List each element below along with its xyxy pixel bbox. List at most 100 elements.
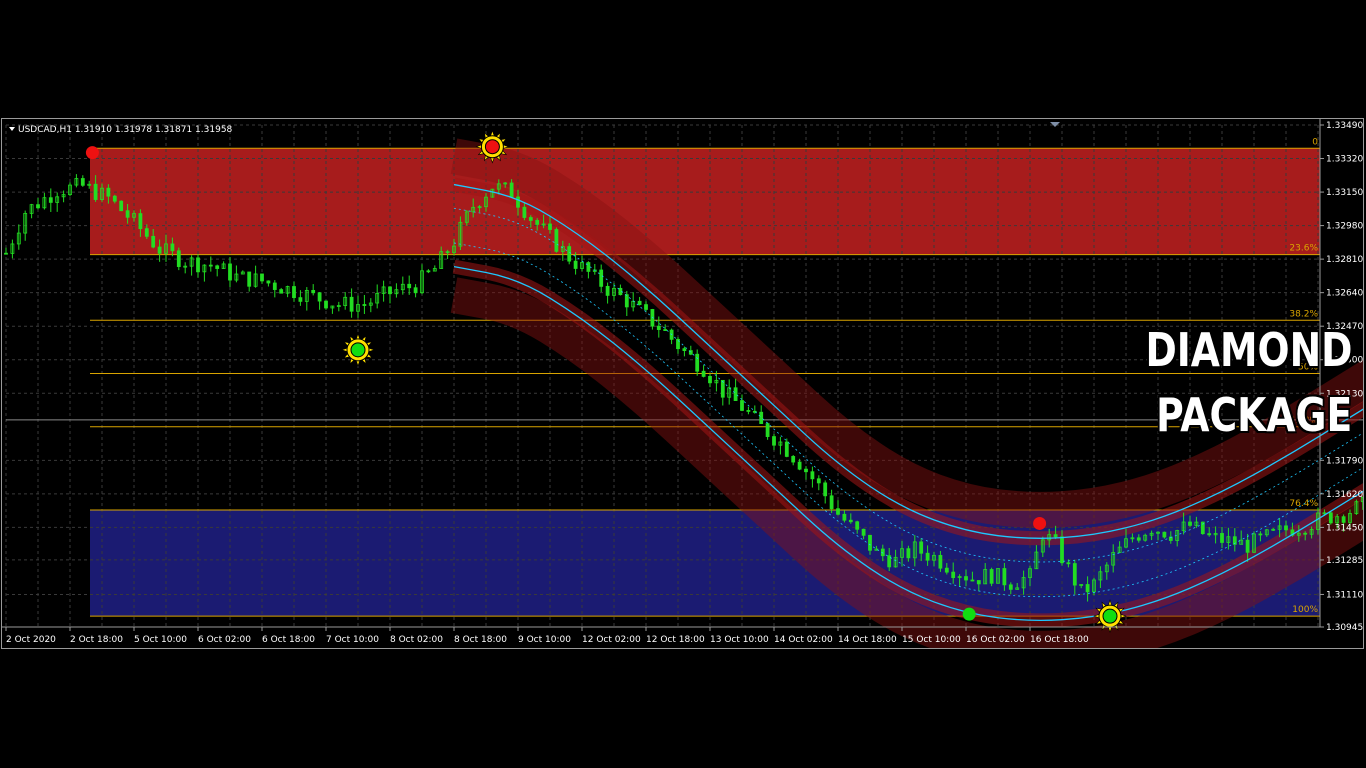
candle-body xyxy=(605,285,610,296)
price-tick-label: 1.31790 xyxy=(1326,456,1363,466)
candle-body xyxy=(1072,563,1077,586)
buy-signal-dot xyxy=(962,607,976,621)
price-tick-label: 1.30945 xyxy=(1326,623,1363,633)
candle-body xyxy=(260,273,264,282)
candle-body xyxy=(970,579,975,582)
time-tick-label: 14 Oct 18:00 xyxy=(838,635,897,645)
candle-body xyxy=(80,178,85,186)
candle-body xyxy=(759,411,764,424)
candle-body xyxy=(586,262,591,272)
candle-body xyxy=(1136,537,1141,541)
time-tick-label: 8 Oct 02:00 xyxy=(390,635,443,645)
candle-body xyxy=(93,183,98,200)
time-tick-label: 2 Oct 2020 xyxy=(6,635,56,645)
candle-body xyxy=(1328,512,1333,524)
candle-body xyxy=(919,541,924,554)
time-tick-label: 7 Oct 10:00 xyxy=(326,635,379,645)
candle-body xyxy=(362,304,367,306)
candle-body xyxy=(976,580,981,585)
candle-body xyxy=(1066,562,1071,565)
time-tick-label: 16 Oct 18:00 xyxy=(1030,635,1089,645)
sell-signal-dot xyxy=(85,146,99,160)
candle-body xyxy=(733,387,738,401)
candle-body xyxy=(1207,533,1212,536)
price-tick-label: 1.31285 xyxy=(1326,556,1363,566)
fib-label: 100% xyxy=(1292,605,1318,615)
overlay-title-line2: PACKAGE xyxy=(1155,388,1352,442)
candle-body xyxy=(624,294,629,308)
candle-body xyxy=(772,436,776,446)
price-tick-label: 1.31110 xyxy=(1326,590,1363,600)
candle-body xyxy=(989,569,994,584)
candle-body xyxy=(1002,568,1007,586)
candle-body xyxy=(573,260,578,269)
candle-body xyxy=(196,257,200,273)
fib-label: 38.2% xyxy=(1289,309,1318,319)
time-tick-label: 6 Oct 02:00 xyxy=(198,635,251,645)
candle-body xyxy=(656,325,661,330)
price-tick-label: 1.33320 xyxy=(1326,155,1363,165)
candle-body xyxy=(349,296,354,312)
candle-body xyxy=(1284,525,1288,531)
candle-body xyxy=(125,210,130,218)
candle-body xyxy=(151,235,156,248)
candle-body xyxy=(4,252,8,255)
candle-body xyxy=(522,206,527,218)
candle-body xyxy=(528,217,533,221)
candle-body xyxy=(279,289,284,294)
candle-body xyxy=(797,461,802,470)
candle-body xyxy=(317,292,322,302)
candle-body xyxy=(48,197,53,203)
candle-body xyxy=(791,456,796,463)
candle-body xyxy=(599,269,604,287)
time-tick-label: 14 Oct 02:00 xyxy=(774,635,833,645)
candle-body xyxy=(106,187,111,197)
candle-body xyxy=(170,243,175,252)
chart-window[interactable]: 0 23.6% 38.2% 50% 61.8% 76.4% 100% 1.33490 1.333… xyxy=(1,118,1364,649)
candle-body xyxy=(708,376,712,384)
candle-body xyxy=(112,195,117,202)
candle-body xyxy=(695,353,700,372)
candle-body xyxy=(426,270,431,273)
candle-body xyxy=(119,200,124,212)
candle-body xyxy=(1060,536,1064,564)
candle-body xyxy=(944,567,949,573)
candle-body xyxy=(292,286,296,299)
candle-body xyxy=(855,521,860,530)
price-chart[interactable]: 023.6%38.2%50%61.8%76.4%100%1.334901.333… xyxy=(2,119,1363,648)
candle-body xyxy=(1341,516,1346,523)
price-tick-label: 1.31450 xyxy=(1326,523,1363,533)
candle-body xyxy=(637,300,642,306)
candle-body xyxy=(144,228,149,237)
candle-body xyxy=(176,250,181,267)
time-tick-label: 2 Oct 18:00 xyxy=(70,635,123,645)
price-tick-label: 1.31620 xyxy=(1326,490,1363,500)
candle-body xyxy=(938,554,943,569)
candle-body xyxy=(925,552,930,561)
candle-body xyxy=(868,534,872,551)
candle-body xyxy=(816,478,821,484)
price-tick-label: 1.32810 xyxy=(1326,255,1363,265)
candle-body xyxy=(842,513,847,521)
candle-body xyxy=(1162,531,1167,538)
candle-body xyxy=(682,348,687,352)
candle-body xyxy=(36,204,40,209)
zone-red xyxy=(90,148,1320,255)
candle-body xyxy=(388,286,392,295)
time-tick-label: 15 Oct 10:00 xyxy=(902,635,961,645)
fib-label: 0 xyxy=(1312,137,1318,147)
candle-body xyxy=(861,528,866,536)
candle-body xyxy=(784,441,789,457)
candle-body xyxy=(829,495,834,510)
candle-body xyxy=(266,280,271,284)
candle-body xyxy=(906,548,911,559)
candle-body xyxy=(701,370,706,377)
price-tick-label: 1.33490 xyxy=(1326,121,1363,131)
candle-body xyxy=(1053,534,1058,538)
candle-body xyxy=(1008,584,1013,590)
candle-body xyxy=(804,468,808,473)
candle-body xyxy=(247,271,252,287)
fib-label: 23.6% xyxy=(1289,244,1318,254)
candle-body xyxy=(1258,533,1263,536)
time-tick-label: 8 Oct 18:00 xyxy=(454,635,507,645)
